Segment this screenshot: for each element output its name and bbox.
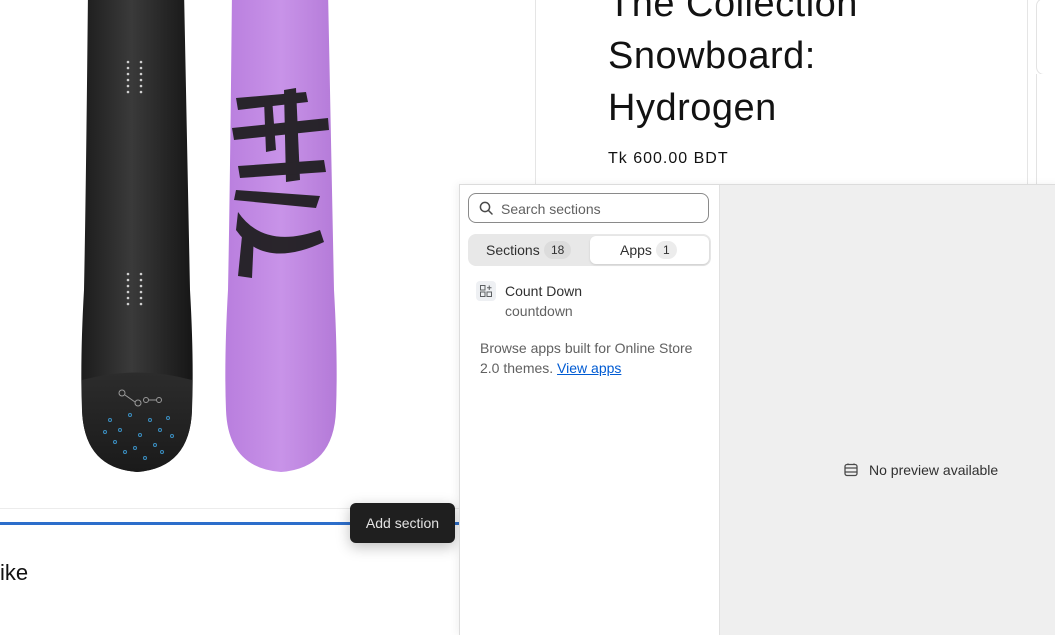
app-item-handle: countdown [505, 303, 573, 319]
app-item-name: Count Down [505, 283, 583, 299]
app-item-count-down[interactable]: Count Down countdown [468, 279, 709, 325]
no-preview-label: No preview available [869, 462, 999, 478]
search-sections-input[interactable] [499, 198, 703, 220]
product-title: The Collection Snowboard: Hydrogen [608, 0, 988, 134]
add-section-popover: Sections 18 Apps 1 Count Down countdown [459, 184, 1055, 635]
product-title-line-2: Snowboard: [608, 35, 816, 77]
search-sections-field[interactable] [468, 193, 709, 223]
section-list-pane: Sections 18 Apps 1 Count Down countdown [460, 185, 720, 635]
editor-side-panel [1036, 74, 1055, 184]
tab-apps-count: 1 [656, 241, 677, 259]
partial-section-heading: ike [0, 560, 29, 585]
app-block-icon [476, 281, 496, 301]
search-icon [479, 201, 493, 215]
product-price: Tk 600.00 BDT [608, 150, 729, 167]
product-title-line-1: The Collection [608, 0, 858, 25]
tab-sections-count: 18 [544, 241, 572, 259]
view-apps-link[interactable]: View apps [557, 360, 621, 376]
add-section-button[interactable]: Add section [350, 503, 455, 543]
snowboard-purple-image [225, 0, 337, 472]
tab-apps[interactable]: Apps 1 [590, 236, 709, 264]
preview-column-divider-right [1027, 0, 1028, 185]
section-type-tabs: Sections 18 Apps 1 [468, 234, 711, 266]
tab-sections[interactable]: Sections 18 [470, 236, 589, 264]
no-preview-icon [844, 463, 858, 477]
editor-side-card [1036, 0, 1055, 75]
tab-apps-label: Apps [620, 242, 652, 258]
browse-apps-text: Browse apps built for Online Store 2.0 t… [480, 338, 705, 378]
preview-column-divider [535, 0, 536, 185]
tab-sections-label: Sections [486, 242, 540, 258]
snowboard-black-image [81, 0, 193, 472]
section-preview-pane: No preview available [720, 185, 1055, 635]
product-title-line-3: Hydrogen [608, 87, 777, 129]
